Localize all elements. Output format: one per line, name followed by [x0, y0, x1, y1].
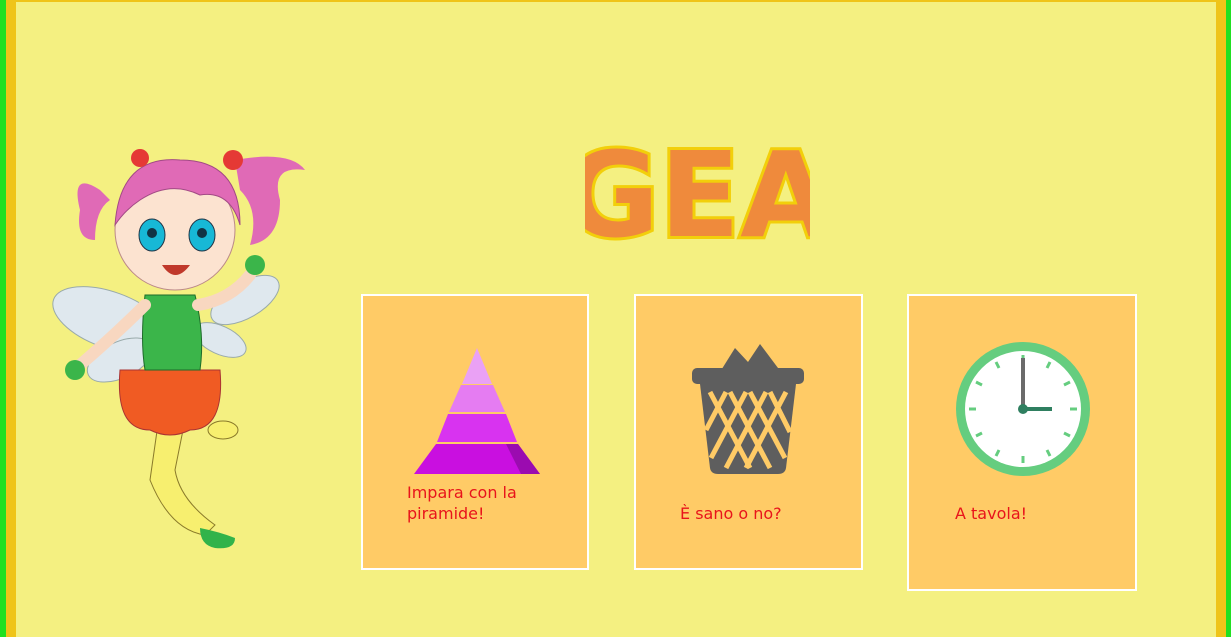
card-pyramid[interactable]: Impara con la piramide! [361, 294, 589, 570]
card-label: Impara con la piramide! [407, 483, 517, 523]
trash-bin-icon [692, 344, 804, 474]
clock-icon [956, 342, 1090, 476]
card-table-time[interactable]: A tavola! [907, 294, 1137, 591]
gea-logo: GEA [585, 128, 810, 248]
logo-text: GEA [585, 128, 810, 248]
card-healthy[interactable]: È sano o no? [634, 294, 863, 570]
fairy-mascot-image [52, 149, 305, 549]
pyramid-icon [414, 348, 540, 474]
card-label: È sano o no? [680, 504, 782, 523]
card-label: A tavola! [955, 504, 1028, 523]
